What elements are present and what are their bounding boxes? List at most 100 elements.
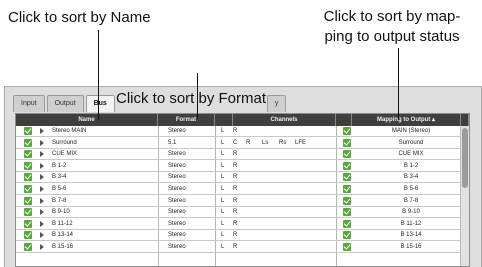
channel-label: R — [233, 232, 238, 239]
row-format[interactable]: Stereo — [168, 126, 186, 136]
expand-triangle-icon[interactable] — [40, 162, 44, 169]
row-format[interactable]: Stereo — [168, 230, 186, 240]
row-name[interactable]: B 5-6 — [52, 184, 66, 194]
tab-output[interactable]: Output — [46, 95, 84, 112]
channel-label: R — [233, 197, 238, 204]
row-mapping[interactable]: B 11-12 — [361, 219, 461, 229]
row-format[interactable]: Stereo — [168, 207, 186, 217]
callout-sort-by-mapping: Click to sort by map- ping to output sta… — [305, 7, 479, 47]
table-row[interactable]: B 9-10 Stereo L R B 9-10 — [16, 207, 469, 219]
mapping-checkbox[interactable] — [343, 161, 351, 170]
active-checkbox[interactable] — [24, 208, 32, 217]
channel-label: Rs — [279, 139, 287, 146]
column-header-name[interactable]: Name — [16, 114, 158, 126]
row-name[interactable]: Stereo MAIN — [52, 126, 86, 136]
row-format[interactable]: Stereo — [168, 149, 186, 159]
column-header-mapping-to-output[interactable]: Mapping to Output ▴ — [352, 114, 461, 126]
row-name[interactable]: B 3-4 — [52, 172, 66, 182]
row-format[interactable]: 5.1 — [168, 138, 176, 148]
row-mapping[interactable]: B 1-2 — [361, 161, 461, 171]
table-row[interactable]: B 3-4 Stereo L R B 3-4 — [16, 172, 469, 184]
row-name[interactable]: B 9-10 — [52, 207, 70, 217]
row-mapping[interactable]: B 15-16 — [361, 242, 461, 252]
active-checkbox[interactable] — [24, 127, 32, 135]
active-checkbox[interactable] — [24, 185, 32, 193]
active-checkbox[interactable] — [24, 231, 32, 240]
column-header-format[interactable]: Format — [158, 114, 215, 126]
table-row[interactable]: B 13-14 Stereo L R B 13-14 — [16, 230, 469, 242]
mapping-checkbox[interactable] — [343, 219, 351, 228]
active-checkbox[interactable] — [24, 138, 32, 147]
row-name[interactable]: CUE MIX — [52, 149, 77, 159]
tab-obscured-fragment: y — [274, 100, 279, 107]
mapping-checkbox[interactable] — [343, 208, 351, 217]
scrollbar-thumb[interactable] — [462, 128, 468, 188]
active-checkbox[interactable] — [24, 243, 32, 251]
row-mapping[interactable]: CUE MIX — [361, 149, 461, 159]
active-checkbox[interactable] — [24, 161, 32, 170]
row-mapping[interactable]: MAIN (Stereo) — [361, 126, 461, 136]
row-mapping[interactable]: B 9-10 — [361, 207, 461, 217]
expand-triangle-icon[interactable] — [40, 174, 44, 181]
mapping-checkbox[interactable] — [343, 138, 351, 147]
channel-label: R — [233, 128, 238, 134]
tab-input[interactable]: Input — [13, 95, 45, 112]
row-mapping[interactable]: B 7-8 — [361, 196, 461, 206]
channel-label: R — [233, 162, 238, 169]
expand-triangle-icon[interactable] — [40, 128, 44, 134]
row-mapping[interactable]: B 13-14 — [361, 230, 461, 240]
row-name[interactable]: B 7-8 — [52, 196, 66, 206]
table-row[interactable]: B 7-8 Stereo L R B 7-8 — [16, 196, 469, 207]
mapping-checkbox[interactable] — [343, 243, 351, 251]
row-format[interactable]: Stereo — [168, 219, 186, 229]
channel-label: L — [221, 244, 225, 250]
row-name[interactable]: B 15-16 — [52, 242, 73, 252]
expand-triangle-icon[interactable] — [40, 151, 44, 158]
channel-label: R — [233, 220, 238, 227]
expand-triangle-icon[interactable] — [40, 197, 44, 204]
table-row[interactable]: B 11-12 Stereo L R B 11-12 — [16, 219, 469, 230]
leader-line-format — [197, 73, 198, 119]
active-checkbox[interactable] — [24, 219, 32, 228]
channel-label: R — [233, 209, 238, 216]
active-checkbox[interactable] — [24, 173, 32, 182]
row-format[interactable]: Stereo — [168, 242, 186, 252]
active-checkbox[interactable] — [24, 150, 32, 159]
tab-bus[interactable]: Bus — [85, 95, 115, 112]
row-name[interactable]: B 11-12 — [52, 219, 73, 229]
row-format[interactable]: Stereo — [168, 184, 186, 194]
channel-label: L — [221, 151, 225, 158]
expand-triangle-icon[interactable] — [40, 209, 44, 216]
table-row[interactable]: B 5-6 Stereo L R B 5-6 — [16, 184, 469, 195]
table-row[interactable]: B 15-16 Stereo L R B 15-16 — [16, 242, 469, 253]
mapping-checkbox[interactable] — [343, 196, 351, 205]
column-header-mapping-spacer — [336, 114, 352, 126]
table-row[interactable]: Surround 5.1 L C R Ls Rs LFE Surround — [16, 138, 469, 149]
vertical-scrollbar[interactable] — [460, 126, 469, 266]
row-format[interactable]: Stereo — [168, 172, 186, 182]
table-row[interactable]: CUE MIX Stereo L R CUE MIX — [16, 149, 469, 161]
mapping-checkbox[interactable] — [343, 150, 351, 159]
table-row[interactable]: Stereo MAIN Stereo L R MAIN (Stereo) — [16, 126, 469, 137]
row-format[interactable]: Stereo — [168, 196, 186, 206]
row-mapping[interactable]: B 3-4 — [361, 172, 461, 182]
row-mapping[interactable]: B 5-6 — [361, 184, 461, 194]
expand-triangle-icon[interactable] — [40, 232, 44, 239]
mapping-checkbox[interactable] — [343, 231, 351, 240]
expand-triangle-icon[interactable] — [40, 186, 44, 192]
row-format[interactable]: Stereo — [168, 161, 186, 171]
tab-obscured[interactable]: y — [266, 95, 287, 112]
expand-triangle-icon[interactable] — [40, 244, 44, 250]
mapping-checkbox[interactable] — [343, 173, 351, 182]
table-row[interactable]: B 1-2 Stereo L R B 1-2 — [16, 161, 469, 172]
expand-triangle-icon[interactable] — [40, 139, 44, 146]
callout-sort-by-format: Click to sort by Format — [116, 90, 267, 107]
mapping-checkbox[interactable] — [343, 127, 351, 135]
row-name[interactable]: B 1-2 — [52, 161, 66, 171]
row-mapping[interactable]: Surround — [361, 138, 461, 148]
row-name[interactable]: Surround — [52, 138, 77, 148]
active-checkbox[interactable] — [24, 196, 32, 205]
row-name[interactable]: B 13-14 — [52, 230, 73, 240]
expand-triangle-icon[interactable] — [40, 220, 44, 227]
mapping-checkbox[interactable] — [343, 185, 351, 193]
